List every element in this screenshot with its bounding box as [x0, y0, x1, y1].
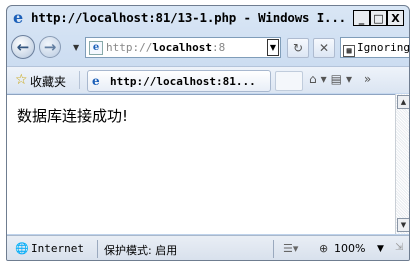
- maximize-button[interactable]: □: [370, 10, 387, 26]
- favorites-star-icon[interactable]: ☆: [15, 72, 28, 88]
- search-box[interactable]: ▦Ignoring que: [340, 37, 410, 58]
- address-prefix: http://: [106, 41, 153, 54]
- connection-message: 数据库连接成功!: [17, 107, 129, 125]
- feeds-icon[interactable]: ▤: [331, 72, 346, 86]
- refresh-icon: ↻: [292, 41, 304, 55]
- stop-button[interactable]: ✕: [313, 38, 335, 58]
- status-bar: 🌐 Internet 保护模式: 启用 ☰▾ ⊕ 100% ▼ ⇲: [7, 235, 409, 260]
- minimize-button[interactable]: _: [353, 10, 370, 26]
- close-button[interactable]: X: [387, 10, 404, 26]
- window-title: http://localhost:81/13-1.php - Windows I…: [31, 10, 347, 25]
- search-text: Ignoring que: [357, 41, 410, 54]
- address-bar[interactable]: e http://localhost:8 ▼: [85, 37, 281, 58]
- tab-page-icon: e: [92, 74, 100, 88]
- zoom-icon[interactable]: ⊕: [319, 242, 328, 255]
- title-bar: e http://localhost:81/13-1.php - Windows…: [7, 6, 409, 32]
- favorites-label[interactable]: 收藏夹: [30, 73, 66, 90]
- window-buttons: _ □ X: [353, 10, 404, 26]
- internet-zone-icon: 🌐: [15, 242, 29, 255]
- vertical-scrollbar[interactable]: ▲ ▼: [395, 94, 409, 234]
- page-icon: e: [89, 40, 103, 55]
- separator: [79, 71, 80, 89]
- favorites-bar: ☆ 收藏夹 e http://localhost:81... ⌂▾▤▾ »: [7, 66, 409, 93]
- scroll-up-icon[interactable]: ▲: [397, 95, 409, 109]
- home-icon[interactable]: ⌂: [309, 72, 321, 86]
- history-dropdown-icon[interactable]: ▼: [73, 43, 79, 52]
- browser-window: e http://localhost:81/13-1.php - Windows…: [6, 5, 410, 261]
- zoom-label[interactable]: 100%: [334, 242, 365, 255]
- security-icon[interactable]: ☰▾: [283, 242, 298, 255]
- new-tab-button[interactable]: [275, 71, 303, 91]
- tab-current[interactable]: e http://localhost:81...: [87, 70, 271, 92]
- page-content: 数据库连接成功!: [7, 94, 395, 234]
- status-separator: [273, 240, 274, 258]
- zoom-dropdown-icon[interactable]: ▼: [377, 244, 384, 254]
- forward-button[interactable]: →: [39, 36, 61, 58]
- navigation-bar: ← → ▼ e http://localhost:8 ▼ ↻ ✕ ▦ Ignori…: [7, 33, 409, 63]
- refresh-button[interactable]: ↻: [287, 38, 309, 58]
- search-provider-icon: ▦: [343, 45, 355, 57]
- status-separator: [97, 240, 98, 258]
- address-input[interactable]: http://localhost:8: [106, 41, 267, 54]
- tab-title: http://localhost:81...: [110, 74, 256, 88]
- address-host: localhost: [152, 41, 212, 54]
- address-dropdown-icon[interactable]: ▼: [267, 39, 279, 56]
- back-button[interactable]: ←: [11, 35, 35, 59]
- command-bar-icons[interactable]: ⌂▾▤▾ »: [309, 72, 375, 86]
- forward-arrow-icon: →: [43, 38, 57, 56]
- scroll-down-icon[interactable]: ▼: [397, 218, 409, 232]
- protected-mode-label: 保护模式: 启用: [104, 244, 178, 257]
- resize-grip-icon[interactable]: ⇲: [395, 242, 403, 253]
- stop-icon: ✕: [318, 41, 330, 55]
- back-arrow-icon: ←: [16, 38, 30, 56]
- zone-label: Internet: [31, 242, 84, 255]
- address-suffix: :8: [211, 41, 226, 54]
- ie-logo-icon: e: [13, 8, 24, 27]
